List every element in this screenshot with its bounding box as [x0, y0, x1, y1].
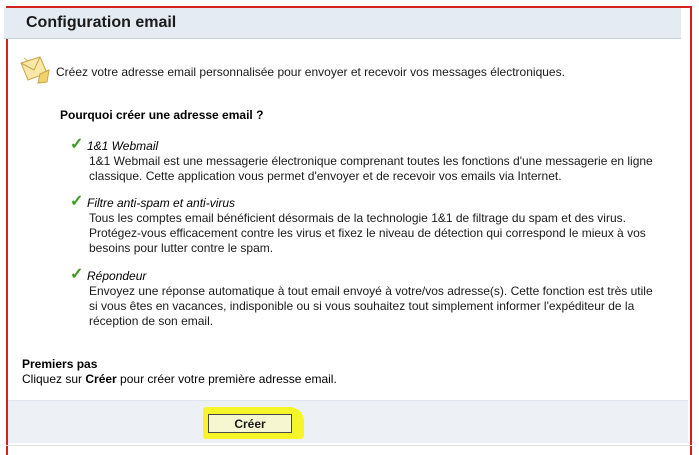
feature-description: 1&1 Webmail est une messagerie électroni…: [89, 154, 653, 183]
why-heading: Pourquoi créer une adresse email ?: [60, 108, 264, 122]
feature-description: Envoyez une réponse automatique à tout e…: [89, 284, 653, 328]
create-button[interactable]: Créer: [208, 414, 292, 433]
steps-text-after: pour créer votre première adresse email.: [116, 372, 337, 386]
feature-autoresponder: ✓ Répondeur Envoyez une réponse automati…: [70, 266, 663, 329]
first-steps-text: Cliquez sur Créer pour créer votre premi…: [22, 372, 337, 386]
feature-title: Répondeur: [87, 269, 147, 283]
action-bar: [8, 400, 688, 443]
steps-text-bold: Créer: [85, 372, 117, 386]
mail-envelope-icon: [20, 56, 50, 84]
feature-webmail: ✓ 1&1 Webmail 1&1 Webmail est une messag…: [70, 136, 663, 184]
intro-text: Créez votre adresse email personnalisée …: [56, 65, 565, 79]
feature-title: Filtre anti-spam et anti-virus: [87, 196, 236, 210]
page-title: Configuration email: [26, 14, 177, 31]
feature-description: Tous les comptes email bénéficient désor…: [89, 211, 646, 255]
first-steps-title: Premiers pas: [22, 357, 98, 371]
check-icon: ✓: [70, 193, 84, 210]
steps-text-before: Cliquez sur: [22, 372, 86, 386]
check-icon: ✓: [70, 136, 84, 153]
feature-title: 1&1 Webmail: [87, 139, 159, 153]
feature-antispam: ✓ Filtre anti-spam et anti-virus Tous le…: [70, 193, 663, 256]
check-icon: ✓: [70, 266, 84, 283]
bottom-divider: [6, 445, 692, 446]
